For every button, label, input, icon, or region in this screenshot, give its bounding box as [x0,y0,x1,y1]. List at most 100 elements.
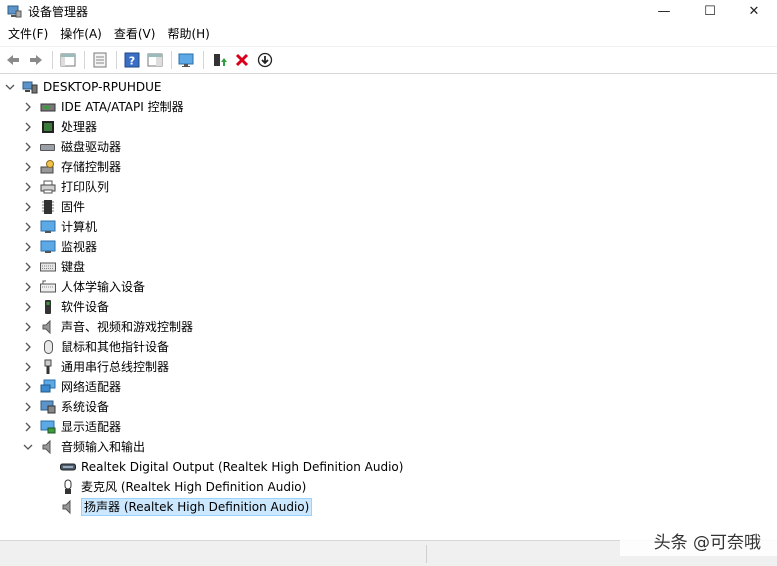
tree-category[interactable]: 通用串行总线控制器 [22,357,169,377]
scan-hardware-button[interactable] [176,49,198,71]
forward-icon [30,54,42,65]
tree-category[interactable]: 存储控制器 [22,157,121,177]
tree-category-label: 固件 [61,200,86,214]
chevron-right-icon[interactable] [22,417,34,437]
tree-category-label: 打印队列 [61,180,110,194]
tree-device-selected[interactable]: 扬声器 (Realtek High Definition Audio) [60,497,313,517]
processor-icon [40,119,56,135]
menu-file[interactable]: 文件(F) [2,24,54,44]
tree-category[interactable]: 计算机 [22,217,97,237]
menu-bar: 文件(F) 操作(A) 查看(V) 帮助(H) [0,24,216,44]
menu-action[interactable]: 操作(A) [54,24,108,44]
maximize-button[interactable]: ☐ [687,0,733,22]
toolbar-divider [0,73,777,74]
tree-category[interactable]: 磁盘驱动器 [22,137,121,157]
minimize-button[interactable]: — [641,0,687,22]
system-icon [40,399,56,415]
chevron-right-icon[interactable] [22,237,34,257]
back-button[interactable] [2,49,24,71]
tree-category[interactable]: 声音、视频和游戏控制器 [22,317,193,337]
tree-category[interactable]: IDE ATA/ATAPI 控制器 [22,97,184,117]
svg-text:?: ? [129,54,135,67]
menu-view[interactable]: 查看(V) [108,24,162,44]
tree-category[interactable]: 显示适配器 [22,417,121,437]
tree-category[interactable]: 软件设备 [22,297,109,317]
computer-root-icon [22,79,38,95]
disk-icon [40,139,56,155]
toolbar-separator [171,50,172,69]
display-adapter-icon [40,419,56,435]
tree-category-label: 鼠标和其他指针设备 [61,340,170,354]
chevron-right-icon[interactable] [22,157,34,177]
tree-category[interactable]: 固件 [22,197,85,217]
chevron-right-icon[interactable] [22,177,34,197]
tree-category[interactable]: 监视器 [22,237,97,257]
chevron-right-icon[interactable] [22,137,34,157]
close-icon: ✕ [748,3,760,19]
speaker-icon [60,499,76,515]
disable-icon [257,52,273,67]
device-manager-app-icon [6,3,22,19]
tree-category-expanded[interactable]: 音频输入和输出 [22,437,145,457]
tree-category-label: 存储控制器 [61,160,122,174]
uninstall-device-button[interactable] [231,49,253,71]
properties-button[interactable] [89,49,111,71]
show-hide-console-tree-button[interactable] [57,49,79,71]
help-button[interactable]: ? [121,49,143,71]
microphone-icon [60,479,76,495]
toolbar: ? [0,46,777,72]
tree-category-label: 计算机 [61,220,98,234]
chevron-right-icon[interactable] [22,197,34,217]
chevron-right-icon[interactable] [22,297,34,317]
chevron-right-icon[interactable] [22,377,34,397]
view-button[interactable] [144,49,166,71]
tree-device-label: 扬声器 (Realtek High Definition Audio) [81,498,313,516]
tree-category-label: 软件设备 [61,300,110,314]
chevron-right-icon[interactable] [22,117,34,137]
tree-category-label: 监视器 [61,240,98,254]
close-button[interactable]: ✕ [731,0,777,22]
tree-category[interactable]: 处理器 [22,117,97,137]
firmware-icon [40,199,56,215]
chevron-right-icon[interactable] [22,317,34,337]
tree-category-label: 磁盘驱动器 [61,140,122,154]
chevron-down-icon[interactable] [4,77,16,97]
help-icon: ? [124,52,140,67]
chevron-right-icon[interactable] [22,97,34,117]
status-bar-divider [426,545,427,563]
tree-category-label: 人体学输入设备 [61,280,146,294]
uninstall-icon [235,53,249,66]
menu-help[interactable]: 帮助(H) [161,24,215,44]
chevron-down-icon[interactable] [22,437,34,457]
toolbar-separator [84,50,85,69]
tree-category[interactable]: 网络适配器 [22,377,121,397]
tree-root[interactable]: DESKTOP-RPUHDUE [4,77,161,97]
usb-icon [40,359,56,375]
forward-button[interactable] [25,49,47,71]
chevron-right-icon[interactable] [22,277,34,297]
chevron-right-icon[interactable] [22,357,34,377]
audio-io-icon [40,439,56,455]
mouse-icon [40,339,56,355]
tree-category[interactable]: 鼠标和其他指针设备 [22,337,169,357]
update-driver-button[interactable] [208,49,230,71]
toolbar-separator [52,50,53,69]
tree-device-label: Realtek Digital Output (Realtek High Def… [81,460,404,474]
properties-icon [93,52,107,67]
tree-category[interactable]: 人体学输入设备 [22,277,145,297]
tree-category[interactable]: 打印队列 [22,177,109,197]
disable-device-button[interactable] [254,49,276,71]
chevron-right-icon[interactable] [22,397,34,417]
chevron-right-icon[interactable] [22,217,34,237]
chevron-right-icon[interactable] [22,337,34,357]
chevron-right-icon[interactable] [22,257,34,277]
tree-category-label: 显示适配器 [61,420,122,434]
tree-category-label: 处理器 [61,120,98,134]
tree-device[interactable]: Realtek Digital Output (Realtek High Def… [60,457,403,477]
tree-category-label: 网络适配器 [61,380,122,394]
toolbar-separator [116,50,117,69]
tree-category[interactable]: 系统设备 [22,397,109,417]
tree-category[interactable]: 键盘 [22,257,85,277]
tree-category-label: 通用串行总线控制器 [61,360,170,374]
tree-device[interactable]: 麦克风 (Realtek High Definition Audio) [60,477,306,497]
